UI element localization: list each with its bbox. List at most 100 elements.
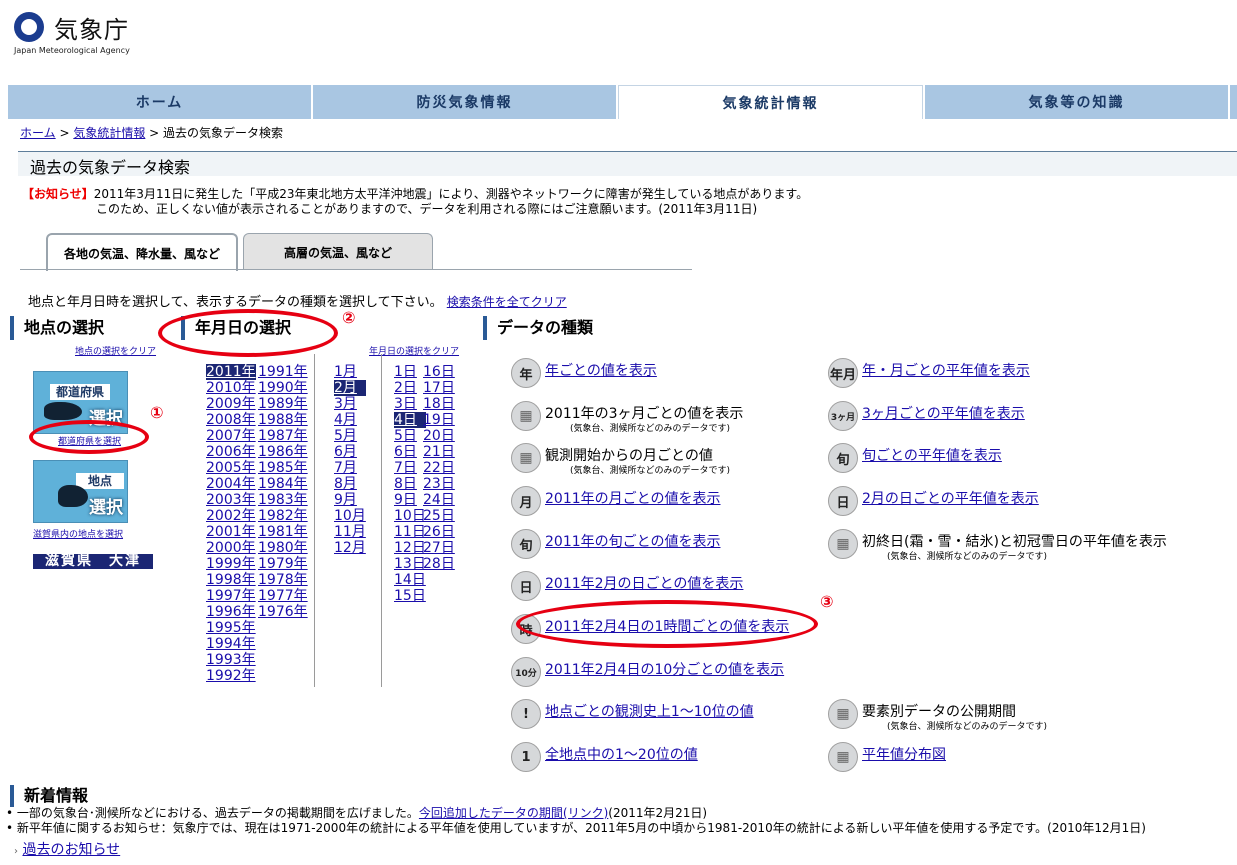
year-option[interactable]: 1998年: [206, 572, 256, 588]
day-option[interactable]: 11日: [394, 524, 426, 540]
datatype-link[interactable]: 2011年の旬ごとの値を表示: [545, 531, 721, 551]
year-option[interactable]: 2011年: [206, 364, 256, 380]
datatype-link[interactable]: 年ごとの値を表示: [545, 360, 657, 380]
month-option[interactable]: 4月: [334, 412, 366, 428]
day-option[interactable]: 3日: [394, 396, 426, 412]
month-option[interactable]: 9月: [334, 492, 366, 508]
year-option[interactable]: 1993年: [206, 652, 256, 668]
day-option[interactable]: 15日: [394, 588, 426, 604]
clear-all-link[interactable]: 検索条件を全てクリア: [447, 295, 567, 309]
datatype-link[interactable]: 年・月ごとの平年値を表示: [862, 360, 1030, 380]
location-clear-link[interactable]: 地点の選択をクリア: [75, 344, 156, 357]
year-option[interactable]: 2009年: [206, 396, 256, 412]
day-option[interactable]: 20日: [423, 428, 455, 444]
day-option[interactable]: 19日: [423, 412, 455, 428]
breadcrumb-home[interactable]: ホーム: [20, 126, 56, 140]
jma-logo[interactable]: 気象庁 Japan Meteorological Agency: [14, 10, 164, 60]
day-option[interactable]: 16日: [423, 364, 455, 380]
year-option[interactable]: 2010年: [206, 380, 256, 396]
day-option[interactable]: 21日: [423, 444, 455, 460]
year-option[interactable]: 1984年: [258, 476, 308, 492]
month-option[interactable]: 6月: [334, 444, 366, 460]
year-option[interactable]: 1989年: [258, 396, 308, 412]
year-option[interactable]: 1985年: [258, 460, 308, 476]
day-option[interactable]: 10日: [394, 508, 426, 524]
year-option[interactable]: 1976年: [258, 604, 308, 620]
day-option[interactable]: 25日: [423, 508, 455, 524]
day-option[interactable]: 23日: [423, 476, 455, 492]
year-option[interactable]: 1981年: [258, 524, 308, 540]
year-option[interactable]: 2008年: [206, 412, 256, 428]
station-select-button[interactable]: 地点 選択: [33, 460, 128, 523]
tab-surface[interactable]: 各地の気温、降水量、風など: [46, 233, 238, 271]
datatype-link[interactable]: 2011年2月の日ごとの値を表示: [545, 573, 743, 593]
year-option[interactable]: 1979年: [258, 556, 308, 572]
month-option[interactable]: 5月: [334, 428, 366, 444]
year-option[interactable]: 2002年: [206, 508, 256, 524]
year-option[interactable]: 1992年: [206, 668, 256, 684]
year-option[interactable]: 1982年: [258, 508, 308, 524]
datatype-link[interactable]: 3ヶ月ごとの平年値を表示: [862, 403, 1025, 423]
year-option[interactable]: 1996年: [206, 604, 256, 620]
datatype-link[interactable]: 2011年2月4日の10分ごとの値を表示: [545, 659, 784, 679]
breadcrumb-stats[interactable]: 気象統計情報: [73, 126, 145, 140]
day-option[interactable]: 4日: [394, 412, 426, 428]
past-news-link[interactable]: 過去のお知らせ: [22, 842, 120, 858]
year-option[interactable]: 1978年: [258, 572, 308, 588]
date-clear-link[interactable]: 年月日の選択をクリア: [369, 344, 459, 357]
day-option[interactable]: 27日: [423, 540, 455, 556]
day-option[interactable]: 6日: [394, 444, 426, 460]
year-option[interactable]: 2006年: [206, 444, 256, 460]
month-option[interactable]: 12月: [334, 540, 366, 556]
day-option[interactable]: 13日: [394, 556, 426, 572]
year-option[interactable]: 1999年: [206, 556, 256, 572]
datatype-link[interactable]: 地点ごとの観測史上1～10位の値: [545, 701, 754, 721]
day-option[interactable]: 1日: [394, 364, 426, 380]
day-option[interactable]: 18日: [423, 396, 455, 412]
datatype-link[interactable]: 2月の日ごとの平年値を表示: [862, 488, 1039, 508]
year-option[interactable]: 1977年: [258, 588, 308, 604]
month-option[interactable]: 1月: [334, 364, 366, 380]
month-option[interactable]: 3月: [334, 396, 366, 412]
month-option[interactable]: 10月: [334, 508, 366, 524]
day-option[interactable]: 14日: [394, 572, 426, 588]
year-option[interactable]: 2001年: [206, 524, 256, 540]
year-option[interactable]: 1980年: [258, 540, 308, 556]
day-option[interactable]: 9日: [394, 492, 426, 508]
nav-knowledge[interactable]: 気象等の知識: [925, 85, 1228, 119]
day-option[interactable]: 17日: [423, 380, 455, 396]
nav-statistics[interactable]: 気象統計情報: [618, 85, 923, 119]
day-option[interactable]: 7日: [394, 460, 426, 476]
day-option[interactable]: 28日: [423, 556, 455, 572]
day-option[interactable]: 2日: [394, 380, 426, 396]
year-option[interactable]: 1995年: [206, 620, 256, 636]
month-option[interactable]: 11月: [334, 524, 366, 540]
nav-home[interactable]: ホーム: [8, 85, 311, 119]
year-option[interactable]: 1997年: [206, 588, 256, 604]
day-option[interactable]: 5日: [394, 428, 426, 444]
year-option[interactable]: 1983年: [258, 492, 308, 508]
datatype-link[interactable]: 平年値分布図: [862, 744, 946, 764]
day-option[interactable]: 8日: [394, 476, 426, 492]
year-option[interactable]: 2000年: [206, 540, 256, 556]
year-option[interactable]: 1994年: [206, 636, 256, 652]
nav-disaster-info[interactable]: 防災気象情報: [313, 85, 616, 119]
month-option[interactable]: 8月: [334, 476, 366, 492]
datatype-link[interactable]: 2011年の月ごとの値を表示: [545, 488, 721, 508]
year-option[interactable]: 1987年: [258, 428, 308, 444]
month-option[interactable]: 2月: [334, 380, 366, 396]
day-option[interactable]: 26日: [423, 524, 455, 540]
datatype-link[interactable]: 旬ごとの平年値を表示: [862, 445, 1002, 465]
station-select-link[interactable]: 滋賀県内の地点を選択: [33, 527, 123, 540]
month-option[interactable]: 7月: [334, 460, 366, 476]
year-option[interactable]: 2004年: [206, 476, 256, 492]
day-option[interactable]: 12日: [394, 540, 426, 556]
year-option[interactable]: 2003年: [206, 492, 256, 508]
year-option[interactable]: 1991年: [258, 364, 308, 380]
tab-upper-air[interactable]: 高層の気温、風など: [243, 233, 433, 270]
day-option[interactable]: 24日: [423, 492, 455, 508]
year-option[interactable]: 1988年: [258, 412, 308, 428]
year-option[interactable]: 2005年: [206, 460, 256, 476]
news-item-link[interactable]: 今回追加したデータの期間(リンク): [419, 806, 608, 820]
year-option[interactable]: 1990年: [258, 380, 308, 396]
